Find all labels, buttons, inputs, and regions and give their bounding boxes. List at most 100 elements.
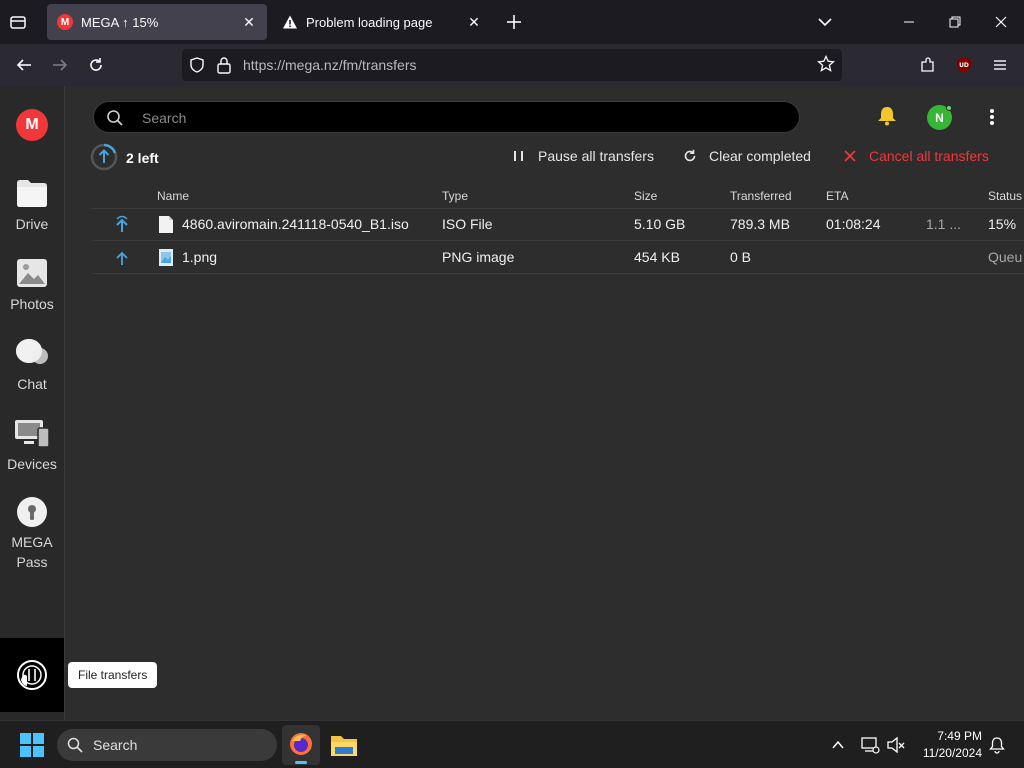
transfers-icon xyxy=(15,658,49,692)
warning-icon xyxy=(282,14,298,30)
clock-time[interactable]: 7:49 PM xyxy=(920,729,982,743)
cancel-all-button[interactable]: Cancel all transfers xyxy=(843,146,989,166)
refresh-icon xyxy=(683,149,697,163)
chevron-down-icon[interactable] xyxy=(815,12,835,32)
back-icon[interactable] xyxy=(8,49,40,81)
clear-completed-label: Clear completed xyxy=(709,148,811,164)
file-explorer-taskbar-icon[interactable] xyxy=(328,729,360,761)
speed-value: 1.1 ... xyxy=(926,216,962,232)
folder-icon xyxy=(16,178,48,208)
taskbar-search[interactable]: Search xyxy=(57,729,277,761)
table-row[interactable]: 1.png PNG image 454 KB 0 B Queu xyxy=(92,241,1024,274)
sidebar-item-drive[interactable]: Drive xyxy=(0,178,64,234)
online-status-dot xyxy=(946,105,952,111)
sidebar-item-label: MEGA xyxy=(11,534,53,550)
column-header-type[interactable]: Type xyxy=(442,189,468,203)
clock-date[interactable]: 11/20/2024 xyxy=(910,746,982,760)
close-window-icon[interactable] xyxy=(978,0,1024,44)
star-icon[interactable] xyxy=(817,55,835,73)
forward-icon[interactable] xyxy=(44,49,76,81)
file-size: 454 KB xyxy=(634,249,680,265)
sidebar-item-chat[interactable]: Chat xyxy=(0,338,64,394)
network-icon[interactable] xyxy=(860,735,880,755)
minimize-icon[interactable] xyxy=(886,0,932,44)
volume-muted-icon[interactable] xyxy=(886,735,906,755)
pause-icon xyxy=(512,149,526,163)
transferred-amount: 789.3 MB xyxy=(730,216,790,232)
column-header-eta[interactable]: ETA xyxy=(826,189,848,203)
sidebar-item-label: Photos xyxy=(10,296,54,312)
tab-close-icon[interactable]: ✕ xyxy=(466,14,482,30)
reload-icon[interactable] xyxy=(80,49,112,81)
transferred-amount: 0 B xyxy=(730,249,752,265)
file-size: 5.10 GB xyxy=(634,216,686,232)
browser-tab-bar: M MEGA ↑ 15% ✕ Problem loading page ✕ xyxy=(0,0,1024,44)
tab-close-icon[interactable]: ✕ xyxy=(241,14,257,30)
tab-problem-loading[interactable]: Problem loading page ✕ xyxy=(272,4,492,40)
upload-active-icon xyxy=(114,215,130,233)
pass-icon xyxy=(16,496,48,528)
sidebar: M Drive Photos Chat Devices MEGA Pass xyxy=(0,86,65,720)
sidebar-item-transfers[interactable] xyxy=(0,638,64,712)
sidebar-item-label-line2: Pass xyxy=(16,554,48,570)
sidebar-item-label: Chat xyxy=(17,376,47,392)
sidebar-item-photos[interactable]: Photos xyxy=(0,258,64,314)
tab-title: Problem loading page xyxy=(306,14,433,30)
column-header-name[interactable]: Name xyxy=(157,189,189,203)
new-tab-icon[interactable] xyxy=(504,12,524,32)
tab-mega[interactable]: M MEGA ↑ 15% ✕ xyxy=(47,4,267,40)
close-icon xyxy=(843,149,857,163)
shield-icon[interactable] xyxy=(188,56,206,74)
cancel-all-label: Cancel all transfers xyxy=(869,148,989,164)
table-row[interactable]: 4860.aviromain.241118-0540_B1.iso ISO Fi… xyxy=(92,208,1024,241)
eta-value: 01:08:24 xyxy=(826,216,881,232)
url-text: https://mega.nz/fm/transfers xyxy=(243,57,417,73)
mega-logo[interactable]: M xyxy=(16,109,48,141)
column-header-transferred[interactable]: Transferred xyxy=(730,189,792,203)
extensions-icon[interactable] xyxy=(912,49,944,81)
column-header-status[interactable]: Status xyxy=(988,189,1022,203)
column-header-size[interactable]: Size xyxy=(634,189,657,203)
sidebar-item-label: Devices xyxy=(7,456,57,472)
chat-icon xyxy=(15,338,49,368)
search-input[interactable] xyxy=(142,108,742,128)
transfer-progress-ring xyxy=(90,143,118,171)
search-bar[interactable] xyxy=(93,101,800,133)
lock-icon[interactable] xyxy=(216,56,232,74)
file-type: ISO File xyxy=(442,216,493,232)
more-options-icon[interactable] xyxy=(982,106,1002,128)
windows-start-icon[interactable] xyxy=(20,733,44,757)
sidebar-item-label: Drive xyxy=(15,216,49,232)
file-name: 1.png xyxy=(182,249,218,265)
svg-text:UD: UD xyxy=(959,62,969,69)
file-icon xyxy=(158,215,174,234)
search-icon xyxy=(106,109,124,127)
notification-bell-icon[interactable] xyxy=(988,736,1006,754)
image-file-icon xyxy=(158,248,174,267)
mega-favicon-icon: M xyxy=(57,14,73,30)
status-value: Queu xyxy=(988,249,1023,265)
photos-icon xyxy=(16,258,48,288)
transfers-left-count: 2 left xyxy=(126,150,159,166)
devices-icon xyxy=(14,418,50,448)
sidebar-item-devices[interactable]: Devices xyxy=(0,418,64,474)
file-transfers-tooltip: File transfers xyxy=(68,662,158,688)
menu-icon[interactable] xyxy=(984,49,1016,81)
restore-icon[interactable] xyxy=(932,0,978,44)
pause-all-button[interactable]: Pause all transfers xyxy=(512,146,654,166)
upload-queued-icon xyxy=(114,250,130,266)
tab-list-icon[interactable] xyxy=(8,12,28,32)
chevron-up-icon[interactable] xyxy=(830,737,846,753)
status-value: 15% xyxy=(988,216,1017,232)
ublock-icon[interactable]: UD xyxy=(948,49,980,81)
url-bar[interactable]: https://mega.nz/fm/transfers xyxy=(182,49,842,81)
notifications-bell-icon[interactable] xyxy=(876,106,898,126)
firefox-taskbar-icon[interactable] xyxy=(282,725,320,765)
file-name: 4860.aviromain.241118-0540_B1.iso xyxy=(182,216,409,232)
sidebar-item-mega-pass[interactable]: MEGA Pass xyxy=(0,496,64,572)
taskbar-search-label: Search xyxy=(93,737,138,753)
pause-all-label: Pause all transfers xyxy=(538,148,654,164)
clear-completed-button[interactable]: Clear completed xyxy=(683,146,811,166)
windows-taskbar: Search 7:49 PM 11/20/2024 xyxy=(0,720,1024,768)
search-icon xyxy=(67,737,83,753)
